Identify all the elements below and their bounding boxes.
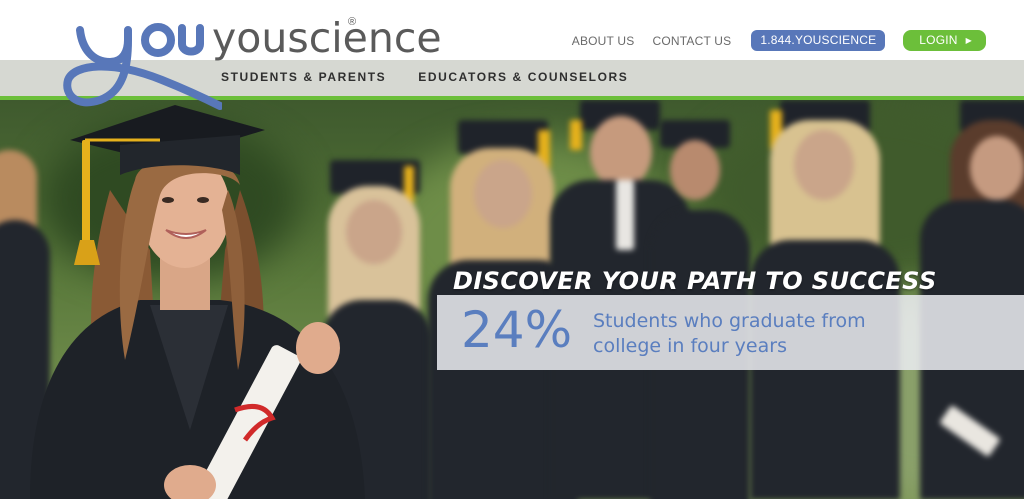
stat-value: 24% xyxy=(461,301,573,359)
stat-description: Students who graduate from college in fo… xyxy=(593,310,866,357)
main-nav: STUDENTS & PARENTS EDUCATORS & COUNSELOR… xyxy=(221,70,660,84)
phone-button[interactable]: 1.844.YOUSCIENCE xyxy=(751,30,886,51)
nav-students-parents[interactable]: STUDENTS & PARENTS xyxy=(221,70,386,84)
login-label: LOGIN xyxy=(919,33,958,47)
hero-headline: DISCOVER YOUR PATH TO SUCCESS xyxy=(453,267,937,295)
logo-wordmark: youscience xyxy=(212,14,442,62)
utility-links: ABOUT US CONTACT US 1.844.YOUSCIENCE LOG… xyxy=(554,30,986,51)
caret-right-icon: ▶ xyxy=(965,36,972,45)
nav-educators-counselors[interactable]: EDUCATORS & COUNSELORS xyxy=(418,70,628,84)
featured-graduate xyxy=(0,100,400,499)
youscience-logo[interactable]: youscience ® xyxy=(62,10,442,110)
logo-you-mark xyxy=(63,23,222,110)
login-button[interactable]: LOGIN ▶ xyxy=(903,30,986,51)
registered-mark: ® xyxy=(348,16,357,28)
about-us-link[interactable]: ABOUT US xyxy=(572,34,635,48)
stat-panel: 24% Students who graduate from college i… xyxy=(437,295,1024,370)
hero-banner: DISCOVER YOUR PATH TO SUCCESS 24% Studen… xyxy=(0,100,1024,499)
contact-us-link[interactable]: CONTACT US xyxy=(652,34,731,48)
